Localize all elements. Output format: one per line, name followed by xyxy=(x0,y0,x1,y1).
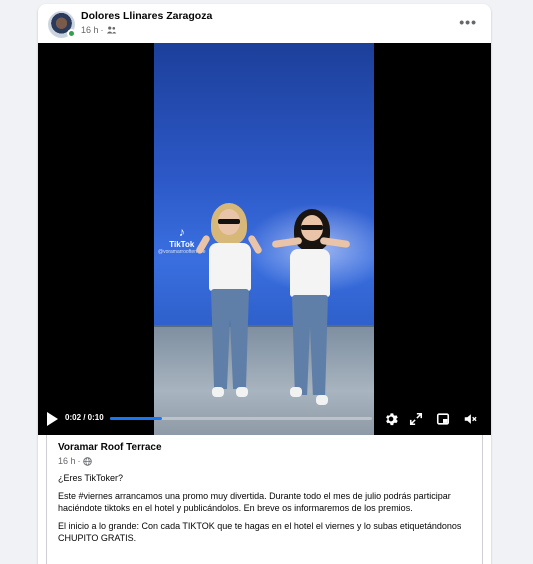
shared-page-name[interactable]: Voramar Roof Terrace xyxy=(58,442,162,453)
meta-separator: · xyxy=(100,25,104,35)
mute-icon[interactable] xyxy=(463,412,477,426)
post-time[interactable]: 16 h xyxy=(81,25,99,35)
video-progress-fill xyxy=(110,417,163,420)
post-paragraph: Este #viernes arrancamos una promo muy d… xyxy=(58,491,451,513)
shared-post-text: ¿Eres TikToker? Este #viernes arrancamos… xyxy=(58,472,476,550)
tiktok-brand: TikTok xyxy=(169,240,195,249)
settings-gear-icon[interactable] xyxy=(384,412,398,426)
globe-icon xyxy=(82,456,92,466)
post-card: Dolores Llinares Zaragoza 16 h · ••• ♪ T… xyxy=(38,4,491,564)
video-frame[interactable]: ♪ TikTok @voramarroofterrace xyxy=(154,43,374,435)
dancer-right xyxy=(271,209,351,409)
video-time: 0:02 / 0:10 xyxy=(65,413,104,422)
post-paragraph: El inicio a lo grande: Con cada TIKTOK q… xyxy=(58,521,462,543)
avatar[interactable] xyxy=(48,11,76,38)
post-paragraph: ¿Eres TikToker? xyxy=(58,473,124,483)
more-options-button[interactable]: ••• xyxy=(459,14,477,30)
video-controls: 0:02 / 0:10 xyxy=(38,403,491,435)
post-author[interactable]: Dolores Llinares Zaragoza xyxy=(81,10,212,22)
post-header: Dolores Llinares Zaragoza 16 h · ••• xyxy=(38,4,491,43)
friends-icon xyxy=(106,26,116,34)
shared-post-meta: 16 h · xyxy=(58,456,92,466)
picture-in-picture-icon[interactable] xyxy=(436,412,450,426)
fullscreen-icon[interactable] xyxy=(409,412,423,426)
shared-post-time[interactable]: 16 h xyxy=(58,456,76,466)
video-player[interactable]: ♪ TikTok @voramarroofterrace 0:02 / 0:10 xyxy=(38,43,491,435)
post-meta: 16 h · xyxy=(81,25,117,35)
online-status-indicator xyxy=(67,29,76,38)
meta-separator: · xyxy=(77,456,81,466)
shared-post: Voramar Roof Terrace 16 h · ¿Eres TikTok… xyxy=(46,435,483,564)
play-icon[interactable] xyxy=(45,411,59,427)
video-progress-bar[interactable] xyxy=(110,417,372,420)
dancer-left xyxy=(194,203,264,413)
